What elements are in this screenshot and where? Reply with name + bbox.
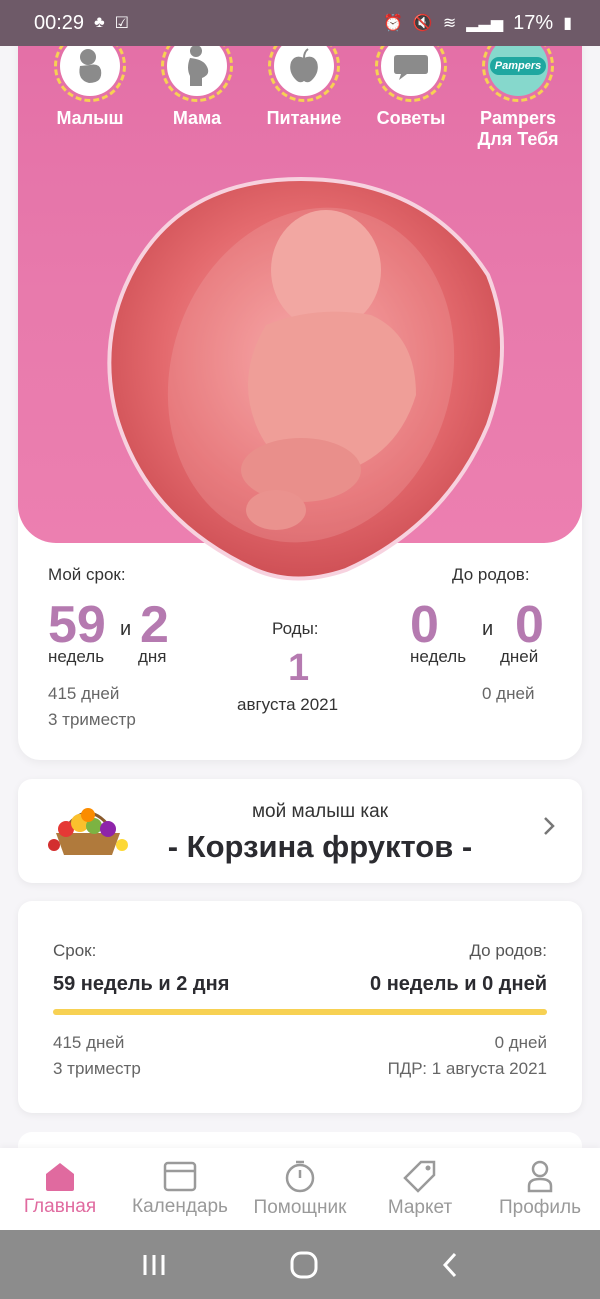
my-term-days-unit: дня: [138, 647, 167, 666]
mute-icon: 🔇: [412, 15, 433, 32]
status-time: 00:29: [34, 11, 85, 34]
check-icon: ☑: [114, 15, 129, 32]
topnav-tips[interactable]: Советы: [361, 30, 461, 150]
tag-icon: [403, 1160, 436, 1193]
calendar-icon: [163, 1161, 197, 1192]
tab-profile[interactable]: Профиль: [480, 1159, 600, 1219]
tab-market[interactable]: Маркет: [360, 1159, 480, 1219]
bottom-tab-bar: Главная Календарь Помощник Маркет Профил…: [0, 1148, 600, 1230]
until-birth-and: и: [482, 618, 494, 640]
until-birth-total-days: 0 дней: [482, 684, 535, 703]
my-term-label: Мой срок:: [48, 565, 126, 584]
fetus-illustration: [107, 176, 504, 581]
birth-month-year: августа 2021: [237, 695, 339, 714]
topnav-pampers-label: Pampers Для Тебя: [477, 108, 559, 149]
term-progress-fill: [53, 1009, 547, 1015]
battery-level: 17%: [513, 11, 554, 34]
term-total-days: 415 дней: [53, 1033, 125, 1052]
term-until-value: 0 недель и 0 дней: [370, 973, 547, 995]
android-navigation-bar: [0, 1230, 600, 1299]
signal-icon: ▂▃▅: [466, 15, 504, 32]
term-progress-bar: [53, 1009, 547, 1015]
birth-label: Роды:: [272, 619, 319, 638]
wifi-icon: ≋: [442, 15, 457, 32]
term-until-days: 0 дней: [494, 1033, 547, 1052]
chevron-right-icon: [544, 817, 555, 835]
my-term-weeks-unit: недель: [48, 647, 105, 666]
home-button-icon[interactable]: [289, 1250, 319, 1280]
my-term-weeks: 59: [48, 596, 106, 654]
my-term-and: и: [120, 618, 132, 640]
status-bar: 00:29 ♣ ☑ ⏰ 🔇 ≋ ▂▃▅ 17% ▮: [0, 0, 600, 46]
birth-day: 1: [288, 647, 310, 689]
topnav-baby[interactable]: Малыш: [40, 30, 140, 150]
tab-home[interactable]: Главная: [0, 1160, 120, 1218]
topnav-mom[interactable]: Мама: [147, 30, 247, 150]
until-birth-days: 0: [515, 596, 544, 654]
tab-assistant[interactable]: Помощник: [240, 1159, 360, 1219]
pregnancy-summary-card: Малыш Мама Питание Советы Pampers Pamper…: [18, 0, 582, 760]
baby-size-card[interactable]: мой малыш как - Корзина фруктов -: [18, 779, 582, 883]
topnav-tips-label: Советы: [376, 108, 446, 128]
term-progress-card: Срок: До родов: 59 недель и 2 дня 0 неде…: [18, 901, 582, 1113]
timer-icon: [285, 1160, 315, 1193]
tab-market-label: Маркет: [387, 1197, 453, 1218]
topnav-nutrition-label: Питание: [266, 108, 342, 128]
topnav-pampers[interactable]: Pampers Pampers Для Тебя: [468, 30, 568, 150]
my-term-days: 2: [140, 596, 169, 654]
pampers-logo-text: Pampers: [489, 57, 547, 75]
tab-assistant-label: Помощник: [253, 1197, 347, 1218]
alarm-icon: ⏰: [382, 15, 403, 32]
recent-apps-icon[interactable]: [140, 1252, 168, 1278]
baby-size-subtitle: мой малыш как: [251, 801, 389, 822]
term-value: 59 недель и 2 дня: [53, 973, 230, 995]
until-birth-days-unit: дней: [500, 647, 539, 666]
back-icon[interactable]: [440, 1251, 460, 1279]
battery-icon: ▮: [563, 15, 572, 32]
home-icon: [46, 1163, 74, 1191]
until-birth-weeks: 0: [410, 596, 439, 654]
tab-home-label: Главная: [23, 1196, 97, 1217]
screen: Малыш Мама Питание Советы Pampers Pamper…: [0, 0, 600, 1230]
term-trimester: 3 триместр: [53, 1059, 141, 1078]
top-navigation: Малыш Мама Питание Советы Pampers Pamper…: [18, 30, 582, 150]
tab-calendar[interactable]: Календарь: [120, 1160, 240, 1218]
baby-size-title: - Корзина фруктов -: [167, 829, 473, 864]
until-birth-weeks-unit: недель: [410, 647, 467, 666]
topnav-baby-label: Малыш: [56, 108, 124, 128]
until-birth-label: До родов:: [452, 565, 530, 584]
my-term-total-days: 415 дней: [48, 684, 120, 703]
topnav-mom-label: Мама: [172, 108, 222, 128]
topnav-nutrition[interactable]: Питание: [254, 30, 354, 150]
due-date: ПДР: 1 августа 2021: [387, 1059, 547, 1078]
tab-profile-label: Профиль: [498, 1197, 582, 1218]
my-term-trimester: 3 триместр: [48, 710, 136, 729]
term-until-label: До родов:: [469, 941, 547, 960]
notification-icon: ♣: [94, 14, 105, 31]
tab-calendar-label: Календарь: [132, 1196, 228, 1217]
profile-icon: [527, 1160, 553, 1193]
term-label: Срок:: [53, 941, 97, 960]
